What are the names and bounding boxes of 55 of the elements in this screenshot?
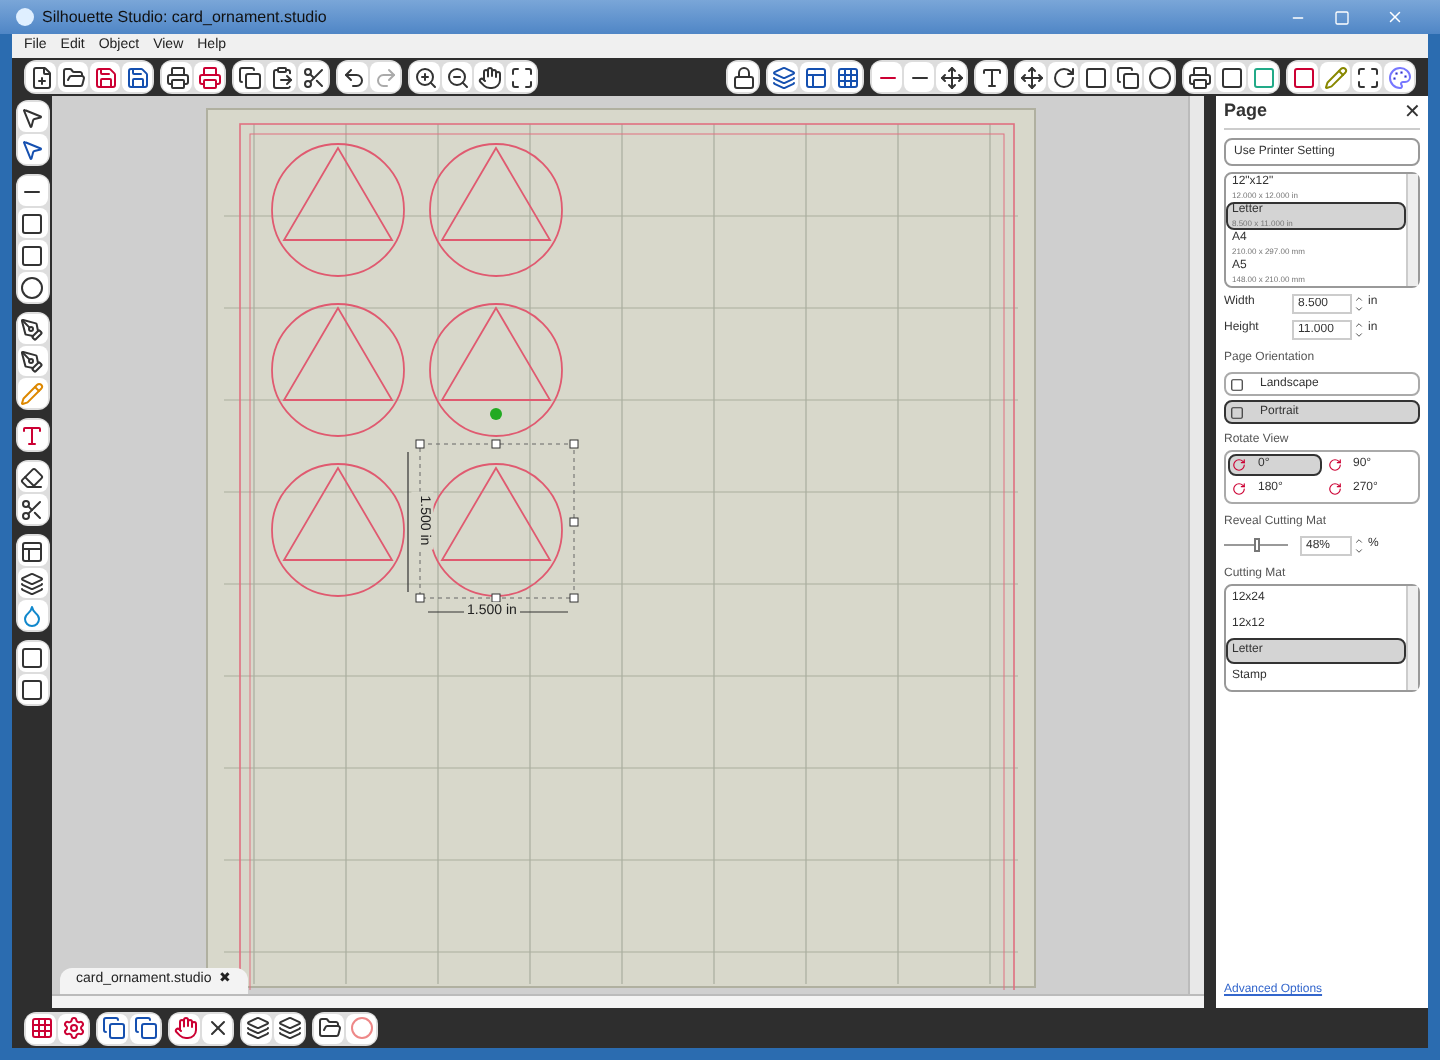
slider-thumb[interactable]: [1254, 538, 1261, 552]
move-icon[interactable]: [1016, 62, 1046, 92]
list-scrollbar[interactable]: [1406, 174, 1418, 286]
printer-icon[interactable]: [1184, 62, 1214, 92]
vertical-scrollbar[interactable]: [1188, 96, 1204, 994]
rotate-icon: [1232, 458, 1246, 472]
copy-icon[interactable]: [234, 62, 264, 92]
bring-front-icon[interactable]: [242, 1013, 272, 1043]
eraser-icon[interactable]: [17, 462, 47, 492]
save-icon[interactable]: [90, 62, 120, 92]
pen-icon[interactable]: [17, 314, 47, 344]
printer-icon[interactable]: [194, 62, 224, 92]
stepper-icon[interactable]: [1354, 535, 1364, 555]
open-folder-icon[interactable]: [58, 62, 88, 92]
window-title: Silhouette Studio: card_ornament.studio: [42, 5, 327, 29]
save-icon[interactable]: [122, 62, 152, 92]
rotate-icon: [1232, 482, 1246, 496]
arrow-icon[interactable]: [936, 62, 966, 92]
stepper-icon[interactable]: [1354, 319, 1364, 339]
panel-title: Page: [1224, 98, 1268, 125]
delete-icon[interactable]: [202, 1013, 232, 1043]
printer-icon[interactable]: [162, 62, 192, 92]
panel-close[interactable]: ✕: [1404, 97, 1420, 127]
square-icon[interactable]: [1216, 62, 1246, 92]
text-icon[interactable]: [976, 62, 1006, 92]
undo-icon[interactable]: [338, 62, 368, 92]
layers-icon[interactable]: [768, 62, 798, 92]
zoom-in-icon[interactable]: [410, 62, 440, 92]
list-scrollbar[interactable]: [1406, 586, 1418, 690]
pencil-icon[interactable]: [1320, 62, 1350, 92]
text-icon[interactable]: [17, 420, 47, 450]
rotate-icon[interactable]: [1048, 62, 1078, 92]
square-icon[interactable]: [1288, 62, 1318, 92]
zoom-out-icon[interactable]: [442, 62, 472, 92]
rounded-rectangle-icon[interactable]: [17, 240, 47, 270]
corners-icon[interactable]: [1352, 62, 1382, 92]
palette-icon[interactable]: [1384, 62, 1414, 92]
paste-icon[interactable]: [266, 62, 296, 92]
rotate-icon: [1327, 482, 1341, 496]
hand-icon[interactable]: [474, 62, 504, 92]
ellipse-icon[interactable]: [17, 272, 47, 302]
stepper-icon[interactable]: [1354, 293, 1364, 313]
node-pointer-icon[interactable]: [17, 134, 47, 164]
send-back-icon[interactable]: [274, 1013, 304, 1043]
line-icon[interactable]: [17, 176, 47, 206]
app-icon: [16, 8, 34, 26]
grid-icon[interactable]: [832, 62, 862, 92]
pointer-icon[interactable]: [17, 102, 47, 132]
horizontal-scrollbar[interactable]: [52, 994, 1204, 1008]
new-file-icon[interactable]: [26, 62, 56, 92]
rectangle-icon[interactable]: [17, 208, 47, 238]
rotate-icon: [1327, 458, 1341, 472]
cut-icon[interactable]: [298, 62, 328, 92]
lock-icon[interactable]: [728, 62, 758, 92]
window-icon[interactable]: [800, 62, 830, 92]
